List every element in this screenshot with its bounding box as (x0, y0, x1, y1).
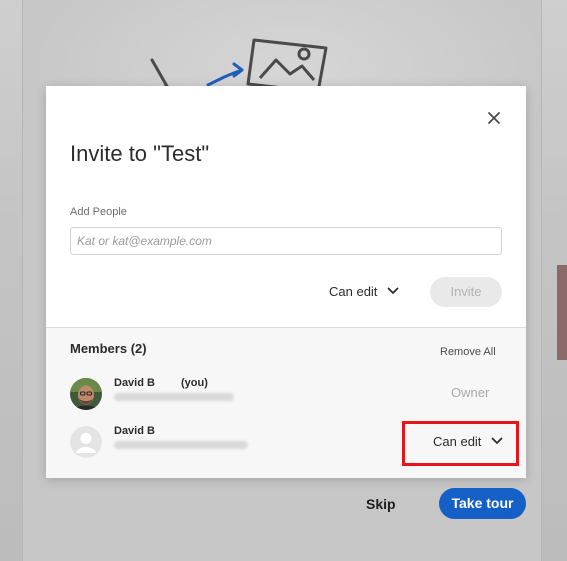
member-row: David B Can edit (46, 422, 526, 462)
add-people-input[interactable] (70, 227, 502, 255)
member-name: David B (114, 377, 155, 389)
chevron-down-icon (388, 287, 399, 294)
members-heading: Members (2) (70, 341, 147, 356)
member-row: David B (you) Owner (46, 374, 526, 414)
image-icon (246, 38, 328, 94)
member-permission-label: Can edit (433, 433, 482, 449)
members-section: Members (2) Remove All David B (you) Own… (46, 328, 526, 478)
member-email-blurred (114, 441, 248, 449)
close-icon[interactable] (485, 109, 503, 127)
chevron-down-icon (492, 437, 503, 444)
placeholder-avatar (70, 426, 102, 458)
dialog-title: Invite to "Test" (70, 141, 210, 166)
member-role-owner: Owner (451, 385, 490, 400)
permission-dropdown[interactable]: Can edit (329, 282, 399, 300)
invite-dialog: Invite to "Test" Add People Can edit Inv… (46, 86, 526, 478)
arrow-icon (206, 62, 244, 87)
permission-label: Can edit (329, 283, 378, 299)
invite-button[interactable]: Invite (430, 277, 502, 307)
remove-all-button[interactable]: Remove All (440, 346, 496, 358)
skip-button[interactable]: Skip (366, 493, 396, 515)
add-people-label: Add People (70, 206, 127, 218)
member-permission-dropdown[interactable]: Can edit (433, 432, 503, 450)
take-tour-button[interactable]: Take tour (439, 488, 526, 519)
member-you-tag: (you) (181, 377, 208, 389)
background-strip (557, 265, 567, 360)
member-email-blurred (114, 393, 234, 401)
member-name: David B (114, 425, 155, 437)
photo-avatar (70, 378, 102, 410)
